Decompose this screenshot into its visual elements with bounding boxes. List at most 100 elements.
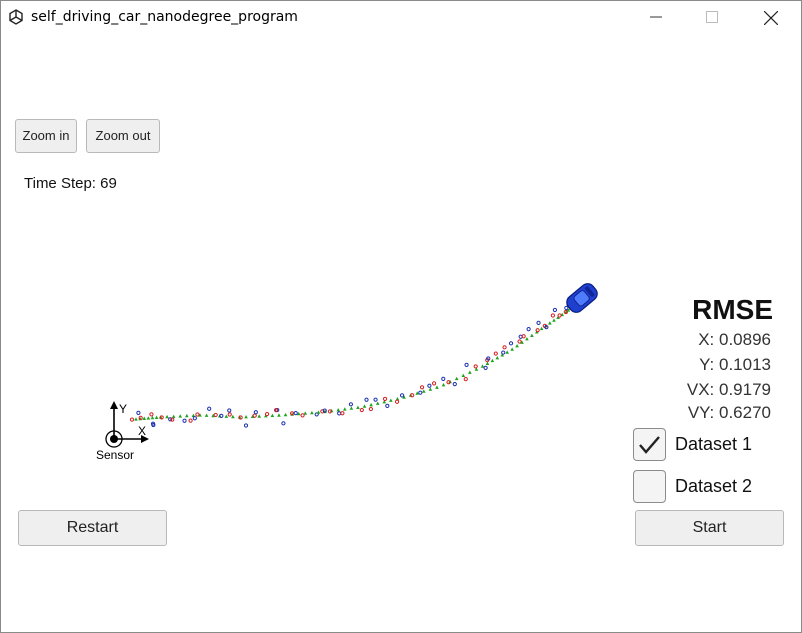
lidar-marker <box>521 334 526 339</box>
lidar-marker <box>340 411 345 416</box>
lidar-marker <box>493 351 498 356</box>
lidar-marker <box>264 411 270 417</box>
simulation-view: Y X Sensor <box>96 283 598 462</box>
radar-marker <box>441 376 446 381</box>
estimate-marker <box>270 413 275 418</box>
radar-marker <box>364 397 369 402</box>
estimate-marker <box>356 405 360 409</box>
radar-marker <box>337 411 342 416</box>
radar-marker <box>399 393 405 398</box>
lidar-marker <box>463 377 468 382</box>
lidar-marker <box>535 328 540 333</box>
estimate-marker <box>461 373 466 378</box>
radar-marker <box>418 390 423 395</box>
rmse-title: RMSE <box>692 294 773 325</box>
estimate-marker <box>369 402 373 407</box>
maximize-button[interactable] <box>689 1 735 33</box>
estimate-marker <box>277 413 281 417</box>
lidar-marker <box>300 413 305 418</box>
radar-marker <box>373 397 378 402</box>
estimate-marker <box>349 406 354 410</box>
dataset1-label[interactable]: Dataset 1 <box>675 434 752 455</box>
unity-icon <box>9 9 23 25</box>
radar-marker <box>452 382 457 387</box>
lidar-marker <box>473 364 478 369</box>
checkmark-icon <box>639 436 660 454</box>
radar-marker <box>192 416 197 421</box>
estimate-marker <box>468 370 472 374</box>
estimate-marker <box>165 414 169 419</box>
lidar-marker <box>129 417 135 422</box>
dataset1-checkbox[interactable] <box>633 428 666 461</box>
start-button[interactable]: Start <box>635 510 784 546</box>
radar-marker <box>348 402 354 407</box>
estimate-marker <box>342 407 347 411</box>
estimate-marker <box>204 413 209 417</box>
radar-marker <box>253 410 258 415</box>
close-icon <box>764 11 778 25</box>
car-icon <box>566 283 598 313</box>
radar-marker <box>526 327 531 332</box>
lidar-marker <box>213 412 218 418</box>
estimate-marker <box>435 385 439 389</box>
dataset2-label[interactable]: Dataset 2 <box>675 476 752 497</box>
estimate-marker <box>454 376 459 381</box>
lidar-marker <box>327 409 333 414</box>
close-button[interactable] <box>747 1 793 33</box>
lidar-marker <box>195 412 200 417</box>
lidar-marker <box>557 313 562 318</box>
radar-marker <box>508 341 514 346</box>
lidar-marker <box>188 418 193 423</box>
lidar-marker <box>446 380 451 385</box>
radar-marker <box>483 365 488 370</box>
estimate-marker <box>505 350 510 354</box>
radar-marker <box>536 320 541 325</box>
radar-marker <box>293 411 298 416</box>
lidar-marker <box>517 339 522 344</box>
lidar-marker <box>138 415 143 420</box>
lidar-marker <box>394 399 400 404</box>
lidar-marker <box>227 412 232 417</box>
estimate-marker <box>375 401 380 405</box>
radar-marker <box>385 403 390 408</box>
axis-y-label: Y <box>119 402 127 416</box>
radar-marker <box>227 408 232 413</box>
radar-marker <box>464 362 469 367</box>
estimate-marker <box>428 387 433 391</box>
restart-button[interactable]: Restart <box>18 510 167 546</box>
estimate-marker <box>171 414 176 418</box>
estimate-marker <box>146 416 151 420</box>
rmse-vy-value: VY: 0.6270 <box>687 403 771 422</box>
radar-marker <box>136 410 141 415</box>
rmse-vx-value: VX: 0.9179 <box>686 380 771 399</box>
sensor-label: Sensor <box>96 448 134 462</box>
estimate-marker <box>134 417 138 421</box>
estimate-marker <box>244 414 248 419</box>
radar-marker <box>501 350 506 355</box>
dataset2-checkbox[interactable] <box>633 470 666 503</box>
app-window: self_driving_car_nanodegree_program Zoom… <box>0 0 802 633</box>
minimize-icon <box>650 16 662 18</box>
estimate-marker <box>362 404 367 408</box>
estimate-marker <box>441 382 446 387</box>
axis-x-label: X <box>138 424 146 438</box>
estimate-marker <box>515 343 519 348</box>
estimate-marker <box>510 347 514 351</box>
lidar-marker <box>359 407 364 413</box>
estimate-marker <box>154 415 159 419</box>
radar-marker <box>281 421 286 426</box>
lidar-marker <box>252 413 257 418</box>
title-bar[interactable]: self_driving_car_nanodegree_program <box>1 1 801 33</box>
estimate-marker <box>389 398 393 402</box>
estimate-marker <box>185 413 189 418</box>
estimate-marker <box>310 410 314 415</box>
radar-marker <box>243 423 249 428</box>
minimize-button[interactable] <box>633 1 679 33</box>
estimate-marker <box>525 337 529 341</box>
rmse-y-value: Y: 0.1013 <box>699 355 771 374</box>
estimate-marker <box>539 326 544 331</box>
maximize-icon <box>706 11 718 23</box>
estimate-marker <box>530 333 534 337</box>
estimate-marker <box>336 408 341 412</box>
estimate-marker <box>178 414 183 418</box>
